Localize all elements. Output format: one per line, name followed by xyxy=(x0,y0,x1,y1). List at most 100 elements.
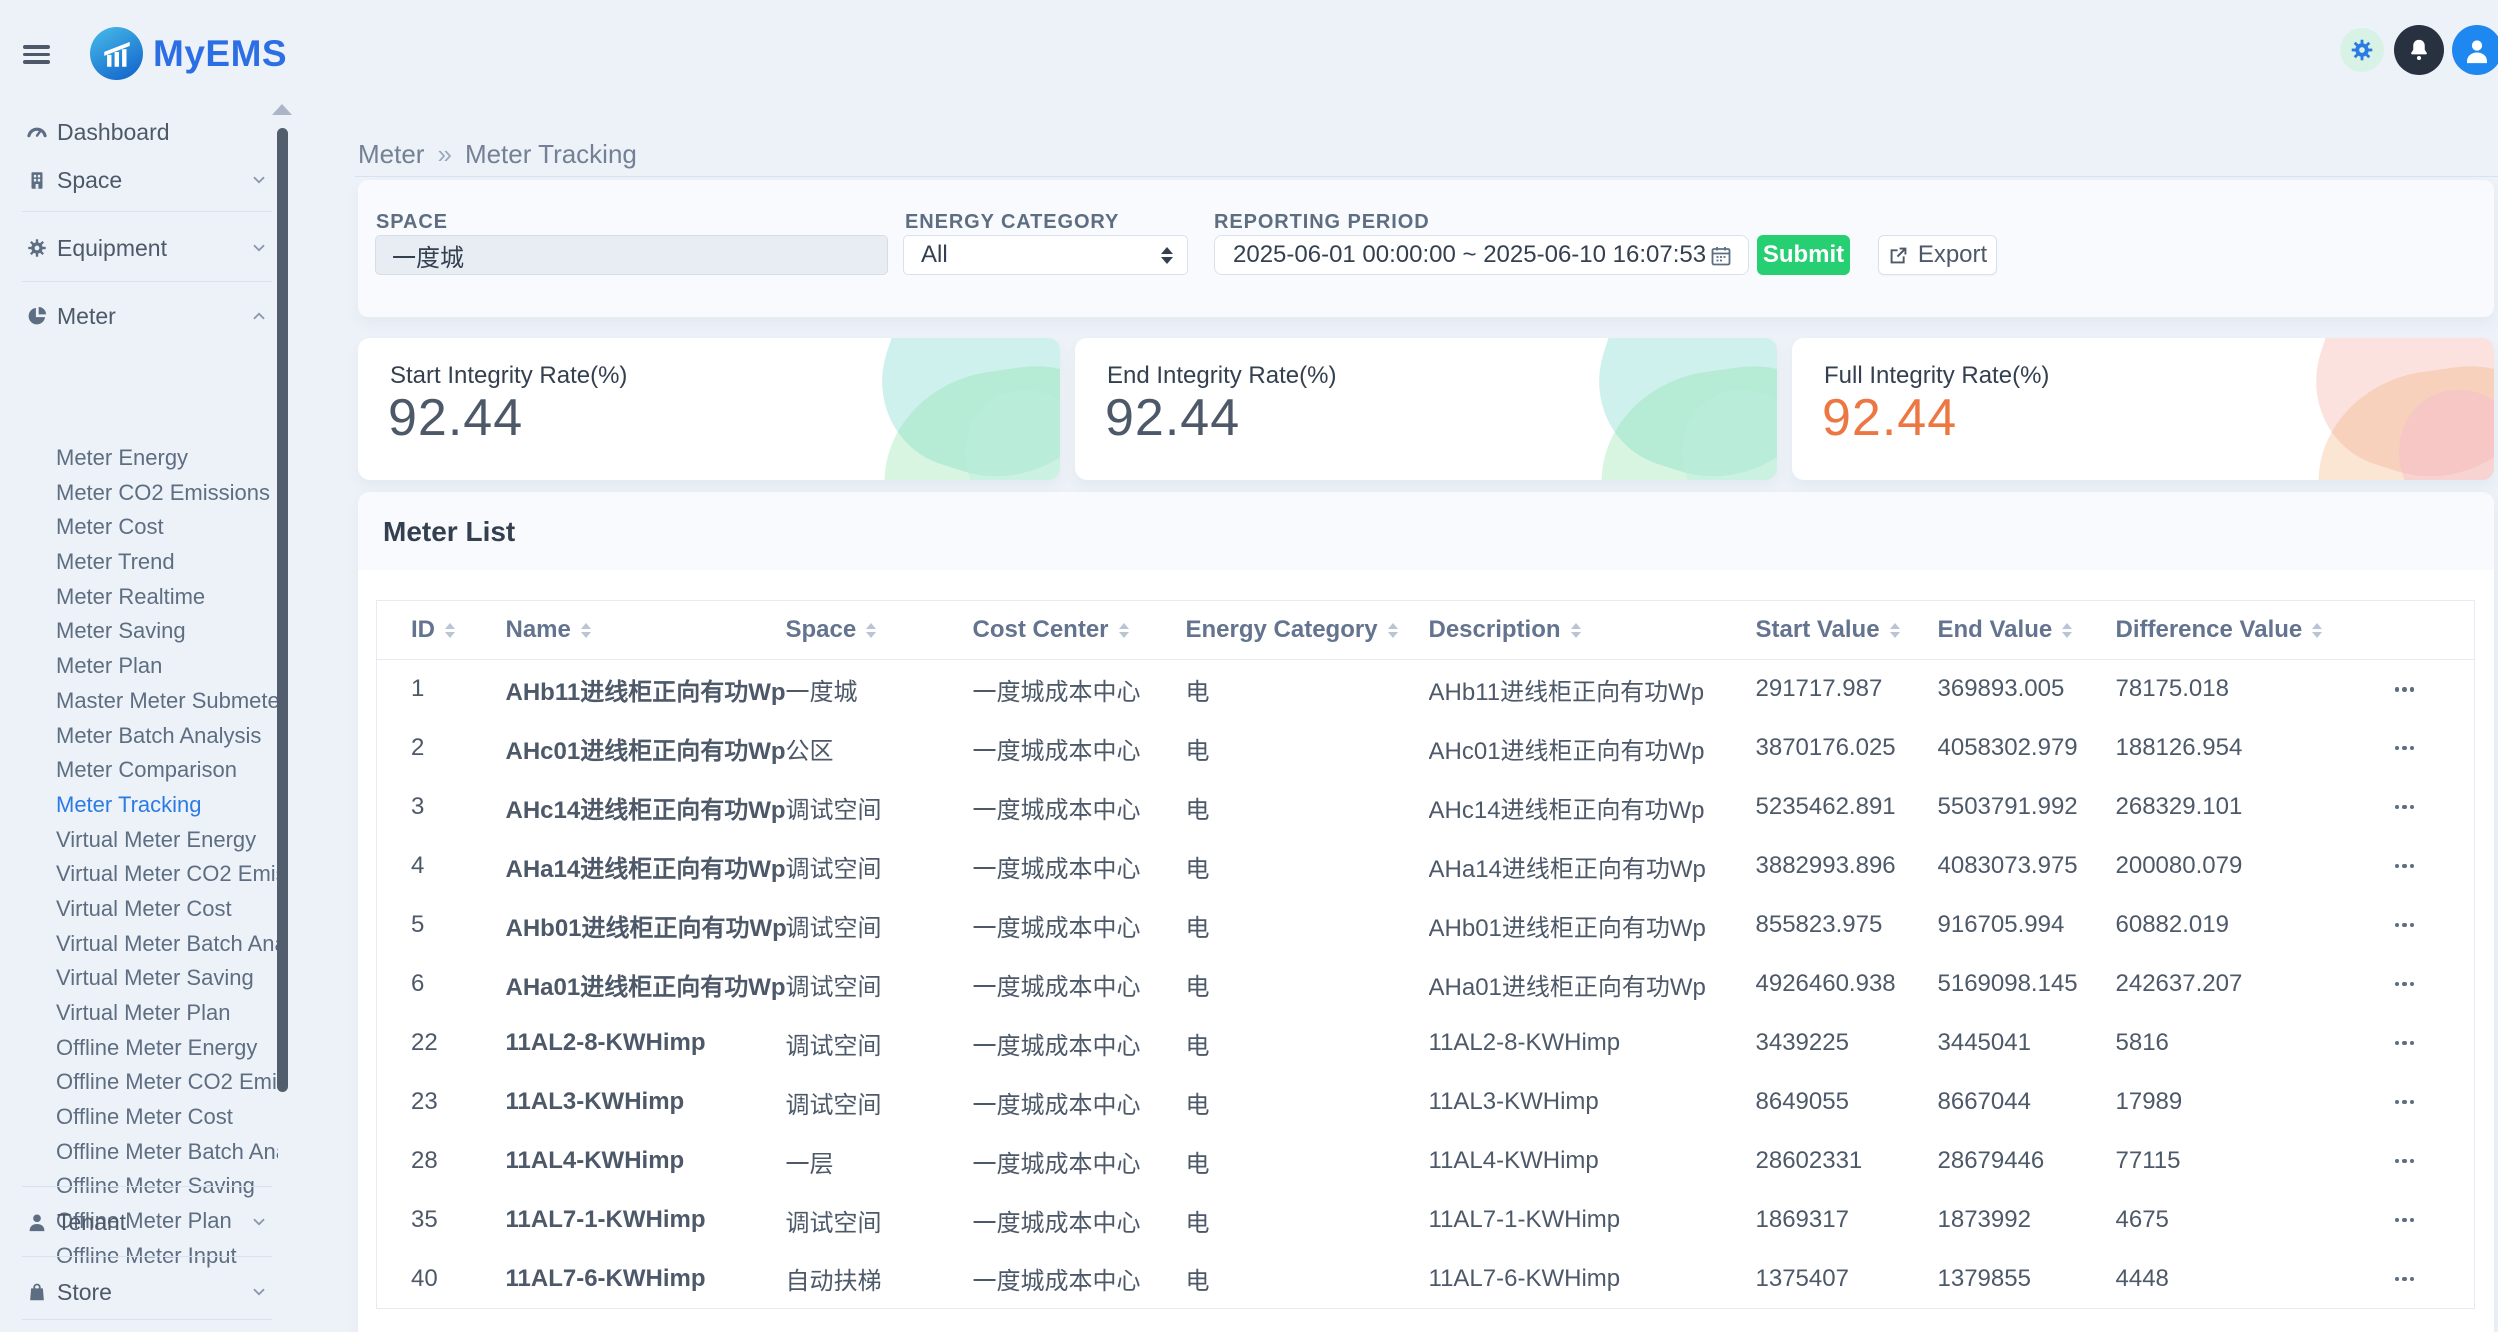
sidebar-scroll-up-arrow[interactable] xyxy=(272,104,292,115)
sidebar-item-label: Space xyxy=(57,167,122,194)
energy-category-select[interactable]: All xyxy=(903,235,1188,275)
column-header[interactable]: End Value xyxy=(1938,601,2116,660)
breadcrumb-meter[interactable]: Meter xyxy=(358,139,424,170)
cell-actions xyxy=(2391,1191,2475,1250)
sidebar-subitem[interactable]: Meter CO2 Emissions xyxy=(56,476,278,511)
cell-id: 3 xyxy=(377,778,506,837)
cell-actions xyxy=(2391,955,2475,1014)
row-menu-button[interactable] xyxy=(2391,1092,2419,1113)
space-filter-label: SPACE xyxy=(376,211,448,234)
cell-name: AHa14进线柜正向有功Wp xyxy=(506,837,786,896)
sidebar-subitem[interactable]: Virtual Meter CO2 Emissions xyxy=(56,857,278,892)
row-menu-button[interactable] xyxy=(2391,1151,2419,1172)
sidebar-subitem[interactable]: Virtual Meter Cost xyxy=(56,892,278,927)
stat-card-label: End Integrity Rate(%) xyxy=(1107,362,1336,390)
sidebar-subitem[interactable]: Meter Batch Analysis xyxy=(56,719,278,754)
sidebar-subitem[interactable]: Virtual Meter Energy xyxy=(56,823,278,858)
column-header[interactable]: Energy Category xyxy=(1186,601,1429,660)
cell-end-value: 8667044 xyxy=(1938,1073,2116,1132)
column-header-label: Start Value xyxy=(1756,616,1880,643)
cell-name: AHc01进线柜正向有功Wp xyxy=(506,719,786,778)
sidebar-subitem[interactable]: Meter Plan xyxy=(56,649,278,684)
export-button[interactable]: Export xyxy=(1878,235,1997,275)
meter-table: ID Name Space Cost Cent xyxy=(376,600,2475,1309)
space-input[interactable] xyxy=(375,235,888,275)
cell-actions xyxy=(2391,719,2475,778)
sidebar-subitem[interactable]: Offline Meter Energy xyxy=(56,1031,278,1066)
cell-description: 11AL3-KWHimp xyxy=(1429,1073,1756,1132)
sidebar-subitem[interactable]: Master Meter Submeters Balance xyxy=(56,684,278,719)
gear-icon xyxy=(2349,37,2375,63)
cell-difference-value: 5816 xyxy=(2116,1014,2391,1073)
sidebar-subitem[interactable]: Virtual Meter Saving xyxy=(56,961,278,996)
sidebar-item-label: Meter xyxy=(57,303,116,330)
row-menu-button[interactable] xyxy=(2391,856,2419,877)
column-header[interactable]: Start Value xyxy=(1756,601,1938,660)
sidebar-item-store[interactable]: Store xyxy=(0,1270,290,1314)
sort-carets-icon xyxy=(1571,623,1581,638)
divider xyxy=(355,176,2498,177)
cell-start-value: 28602331 xyxy=(1756,1132,1938,1191)
cell-name: 11AL3-KWHimp xyxy=(506,1073,786,1132)
row-menu-button[interactable] xyxy=(2391,915,2419,936)
column-header[interactable]: Difference Value xyxy=(2116,601,2391,660)
submit-button[interactable]: Submit xyxy=(1757,235,1850,275)
column-header[interactable]: Space xyxy=(786,601,973,660)
chevron-down-icon xyxy=(250,239,268,257)
row-menu-button[interactable] xyxy=(2391,738,2419,759)
cell-description: AHc14进线柜正向有功Wp xyxy=(1429,778,1756,837)
sidebar-subitem[interactable]: Meter Trend xyxy=(56,545,278,580)
row-menu-button[interactable] xyxy=(2391,974,2419,995)
column-header-label: End Value xyxy=(1938,616,2053,643)
sidebar-subitem[interactable]: Meter Realtime xyxy=(56,580,278,615)
sidebar-scrollbar-thumb[interactable] xyxy=(277,128,288,1092)
sidebar-item-space[interactable]: Space xyxy=(0,158,290,202)
cell-cost-center: 一度城成本中心 xyxy=(973,1132,1186,1191)
sidebar-subitem[interactable]: Virtual Meter Batch Analysis xyxy=(56,927,278,962)
sidebar-subitem[interactable]: Meter Energy xyxy=(56,441,278,476)
cell-name: AHb11进线柜正向有功Wp xyxy=(506,660,786,719)
sidebar-subitem[interactable]: Offline Meter Batch Analysis xyxy=(56,1135,278,1170)
sidebar-subitem[interactable]: Meter Cost xyxy=(56,510,278,545)
logo[interactable]: MyEMS xyxy=(90,27,287,80)
hamburger-menu-button[interactable] xyxy=(23,45,50,64)
column-header[interactable]: ID xyxy=(377,601,506,660)
sidebar-subitem[interactable]: Virtual Meter Plan xyxy=(56,996,278,1031)
cell-start-value: 3439225 xyxy=(1756,1014,1938,1073)
cell-name: AHb01进线柜正向有功Wp xyxy=(506,896,786,955)
row-menu-button[interactable] xyxy=(2391,1033,2419,1054)
column-header[interactable]: Name xyxy=(506,601,786,660)
settings-button[interactable] xyxy=(2340,28,2384,72)
user-avatar-button[interactable] xyxy=(2452,25,2498,75)
row-menu-button[interactable] xyxy=(2391,797,2419,818)
column-header[interactable]: Description xyxy=(1429,601,1756,660)
cell-energy-category: 电 xyxy=(1186,1250,1429,1309)
export-button-label: Export xyxy=(1918,241,1987,269)
sidebar-subitem[interactable]: Meter Saving xyxy=(56,614,278,649)
sidebar-subitem[interactable]: Offline Meter Cost xyxy=(56,1100,278,1135)
cell-energy-category: 电 xyxy=(1186,1014,1429,1073)
column-header[interactable]: Cost Center xyxy=(973,601,1186,660)
cell-name: 11AL7-6-KWHimp xyxy=(506,1250,786,1309)
sidebar-item-dashboard[interactable]: Dashboard xyxy=(0,110,290,154)
sidebar-item-equipment[interactable]: Equipment xyxy=(0,226,290,270)
sidebar-item-meter[interactable]: Meter xyxy=(0,294,290,338)
row-menu-button[interactable] xyxy=(2391,1210,2419,1231)
table-row: 22 11AL2-8-KWHimp 调试空间 一度城成本中心 电 11AL2-8… xyxy=(377,1014,2475,1073)
sidebar-item-tenant[interactable]: Tenant xyxy=(0,1200,290,1244)
calendar-icon[interactable] xyxy=(1709,244,1733,275)
reporting-period-input[interactable]: 2025-06-01 00:00:00 ~ 2025-06-10 16:07:5… xyxy=(1214,235,1749,275)
sidebar-subitem[interactable]: Offline Meter CO2 Emissions xyxy=(56,1065,278,1100)
export-icon xyxy=(1888,245,1909,266)
divider xyxy=(22,211,272,212)
sidebar-subitem[interactable]: Meter Comparison xyxy=(56,753,278,788)
row-menu-button[interactable] xyxy=(2391,679,2419,700)
cell-energy-category: 电 xyxy=(1186,955,1429,1014)
row-menu-button[interactable] xyxy=(2391,1269,2419,1290)
notifications-button[interactable] xyxy=(2394,25,2444,75)
cell-space: 一层 xyxy=(786,1132,973,1191)
stat-card-value: 92.44 xyxy=(388,388,523,448)
cell-description: 11AL4-KWHimp xyxy=(1429,1132,1756,1191)
sidebar-subitem[interactable]: Meter Tracking xyxy=(56,788,278,823)
meter-list-title: Meter List xyxy=(383,516,515,548)
